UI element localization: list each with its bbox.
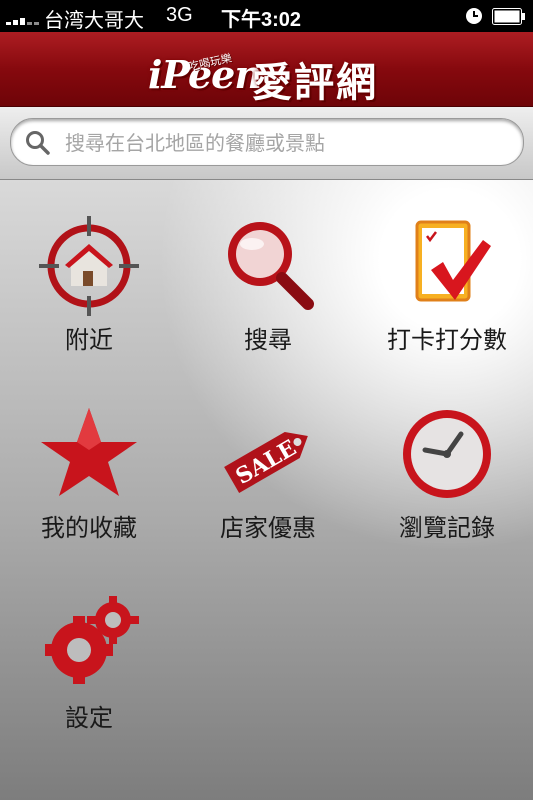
signal-strength-icon [6,9,44,25]
carrier-name: 台湾大哥大 [44,10,144,32]
main-menu: 附近 搜尋 打卡打分數 我的收藏 SALE 店家優惠 瀏覽記錄 設定 [0,180,533,800]
search-input[interactable] [63,129,507,157]
menu-item-nearby[interactable]: 附近 [4,216,174,366]
menu-item-history[interactable]: 瀏覽記錄 [362,404,532,554]
star-icon [41,408,137,496]
menu-label: 附近 [65,326,113,354]
gears-icon [45,596,139,684]
menu-label: 搜尋 [244,326,292,354]
menu-label: 瀏覽記錄 [399,514,495,542]
menu-label: 我的收藏 [41,514,137,542]
clock-icon [403,410,491,498]
status-time: 下午3:02 [221,9,302,31]
menu-label: 設定 [65,704,113,732]
checkin-rating-icon [415,220,491,302]
menu-label: 打卡打分數 [387,326,507,354]
magnifier-icon [228,222,314,310]
sale-tag-icon: SALE [224,432,308,493]
logo-chinese-text: 愛評網 [252,60,378,106]
menu-item-favorites[interactable]: 我的收藏 [4,404,174,554]
network-type: 3G [166,4,193,26]
app-header: iPeen 吃喝玩樂 愛評網 [0,32,533,107]
ipeen-logo: iPeen 吃喝玩樂 愛評網 [140,40,400,106]
nearby-target-house-icon [39,216,139,316]
menu-item-settings[interactable]: 設定 [4,594,174,744]
clock-status-icon [466,8,482,24]
search-field[interactable] [10,118,524,166]
menu-label: 店家優惠 [220,514,316,542]
menu-item-deals[interactable]: SALE 店家優惠 [183,404,353,554]
menu-item-checkin-rating[interactable]: 打卡打分數 [362,216,532,366]
status-bar: 台湾大哥大 3G 下午3:02 [0,0,533,32]
battery-icon [492,8,525,25]
menu-item-search[interactable]: 搜尋 [183,216,353,366]
search-bar [0,107,533,180]
search-icon [26,131,50,155]
